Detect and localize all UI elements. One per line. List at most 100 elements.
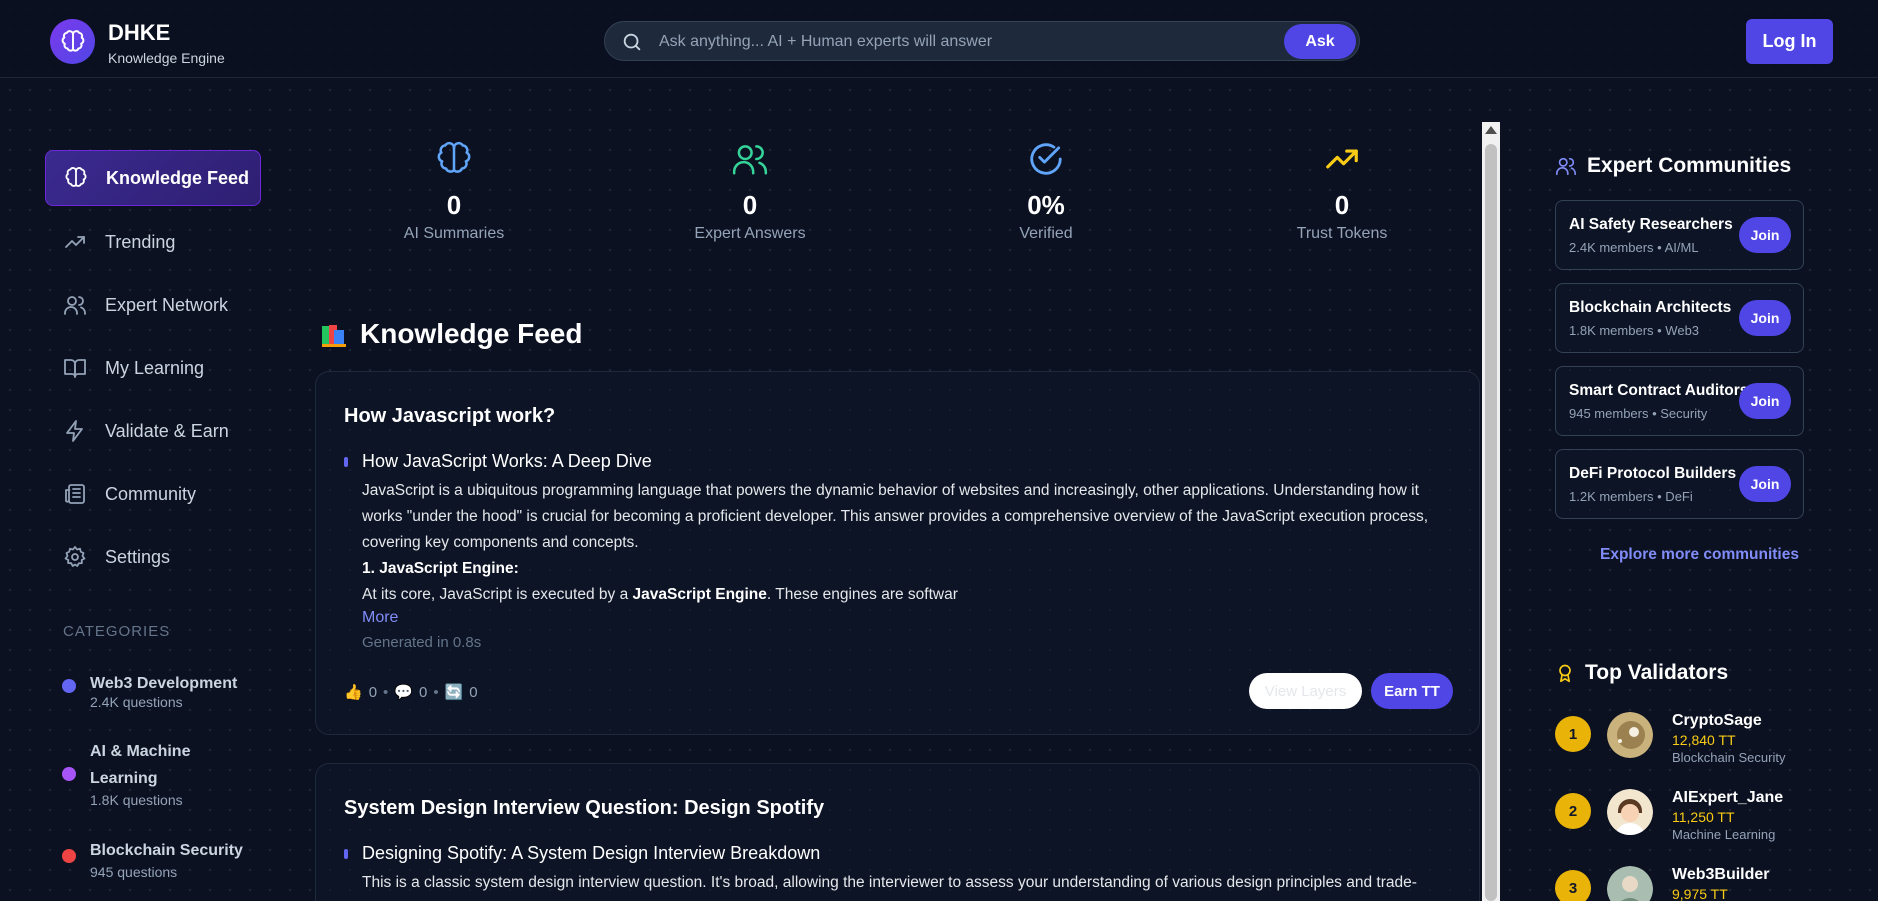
comments-count: 0 (418, 683, 428, 701)
users-icon (1555, 155, 1577, 177)
validator-tokens: 11,250 TT (1672, 809, 1735, 825)
sidebar-item-validate-earn[interactable]: Validate & Earn (45, 403, 261, 459)
shares-count: 0 (469, 683, 478, 701)
community-meta: 1.8K members • Web3 (1569, 323, 1700, 338)
validator-name: CryptoSage (1672, 712, 1762, 729)
category-blockchain-security[interactable]: Blockchain Security 945 questions (62, 837, 262, 880)
scroll-up-arrow-icon[interactable] (1485, 126, 1497, 134)
search-bar: Ask (604, 21, 1360, 61)
brand-tagline: Knowledge Engine (108, 50, 225, 66)
trending-up-icon (63, 230, 87, 254)
sidebar-item-community[interactable]: Community (45, 466, 261, 522)
thumbs-up-icon[interactable]: 👍 (344, 683, 363, 701)
category-dot (62, 679, 76, 693)
communities-heading: Expert Communities (1555, 154, 1791, 178)
validators-heading: Top Validators (1555, 661, 1728, 685)
sidebar-item-label: Knowledge Feed (106, 167, 250, 188)
brain-logo-icon[interactable] (50, 19, 95, 64)
book-icon (63, 356, 87, 380)
sidebar-item-label: Expert Network (105, 294, 229, 315)
stat-value: 0 (742, 190, 758, 220)
community-card: AI Safety Researchers 2.4K members • AI/… (1555, 200, 1804, 270)
gear-icon (63, 545, 87, 569)
more-link[interactable]: More (362, 609, 398, 627)
join-button[interactable]: Join (1739, 383, 1791, 419)
category-count: 1.8K questions (90, 792, 183, 808)
feed-title: Knowledge Feed (360, 318, 583, 349)
community-name[interactable]: Smart Contract Auditors (1569, 382, 1748, 400)
community-meta: 1.2K members • DeFi (1569, 489, 1693, 504)
join-button[interactable]: Join (1739, 217, 1791, 253)
validator-row[interactable]: 2 AIExpert_Jane 11,250 TT Machine Learni… (1555, 789, 1855, 859)
likes-count: 0 (368, 683, 378, 701)
community-card: Smart Contract Auditors 945 members • Se… (1555, 366, 1804, 436)
avatar (1607, 712, 1653, 758)
view-layers-button[interactable]: View Layers (1249, 673, 1362, 709)
answer-line: At its core, JavaScript is executed by a… (362, 586, 958, 603)
category-name: Blockchain Security (90, 842, 243, 859)
feed-card: System Design Interview Question: Design… (315, 763, 1480, 901)
community-name[interactable]: DeFi Protocol Builders (1569, 465, 1736, 483)
validator-row[interactable]: 3 Web3Builder 9,975 TT (1555, 866, 1855, 901)
category-dot (62, 767, 76, 781)
top-header: DHKE Knowledge Engine Ask Log In (0, 0, 1878, 78)
answer-paragraph: JavaScript is a ubiquitous programming l… (362, 482, 1429, 551)
sidebar-item-trending[interactable]: Trending (45, 214, 261, 270)
answer-title: Designing Spotify: A System Design Inter… (362, 843, 821, 863)
validator-tokens: 12,840 TT (1672, 732, 1736, 748)
validator-name: AIExpert_Jane (1672, 789, 1784, 806)
community-name[interactable]: AI Safety Researchers (1569, 216, 1733, 234)
stat-label: Verified (1019, 225, 1073, 242)
newspaper-icon (63, 482, 87, 506)
earn-tt-button[interactable]: Earn TT (1371, 673, 1453, 709)
join-button[interactable]: Join (1739, 466, 1791, 502)
category-count: 2.4K questions (90, 694, 183, 710)
login-button[interactable]: Log In (1746, 19, 1833, 64)
ask-button[interactable]: Ask (1284, 24, 1356, 59)
search-input[interactable] (659, 28, 1259, 56)
comment-icon[interactable]: 💬 (394, 683, 413, 701)
validator-row[interactable]: 1 CryptoSage 12,840 TT Blockchain Securi… (1555, 712, 1855, 782)
answer-body: JavaScript is a ubiquitous programming l… (362, 478, 1452, 608)
sidebar-item-expert-network[interactable]: Expert Network (45, 277, 261, 333)
avatar (1607, 789, 1653, 835)
feed-card: How Javascript work? How JavaScript Work… (315, 371, 1480, 735)
sidebar-item-knowledge-feed[interactable]: Knowledge Feed (45, 150, 261, 206)
community-name[interactable]: Blockchain Architects (1569, 299, 1731, 317)
answer-marker (344, 849, 348, 859)
stat-label: Trust Tokens (1296, 225, 1388, 242)
explore-communities-link[interactable]: Explore more communities (1600, 546, 1799, 564)
repost-icon[interactable]: 🔄 (445, 683, 464, 701)
join-button[interactable]: Join (1739, 300, 1791, 336)
avatar (1607, 866, 1653, 901)
category-count: 945 questions (90, 864, 178, 880)
sidebar-item-settings[interactable]: Settings (45, 529, 261, 585)
answer-paragraph: This is a classic system design intervie… (362, 874, 1417, 891)
stat-ai-summaries: 0 AI Summaries (354, 140, 554, 243)
rank-badge: 1 (1555, 716, 1591, 752)
community-card: Blockchain Architects 1.8K members • Web… (1555, 283, 1804, 353)
books-icon (320, 322, 348, 350)
stat-value: 0 (1334, 190, 1350, 220)
answer-subheading: 1. JavaScript Engine: (362, 560, 519, 577)
card-question[interactable]: System Design Interview Question: Design… (344, 797, 824, 820)
sidebar-item-my-learning[interactable]: My Learning (45, 340, 261, 396)
users-icon (63, 293, 87, 317)
rank-badge: 2 (1555, 793, 1591, 829)
answer-body: This is a classic system design intervie… (362, 870, 1452, 896)
card-question[interactable]: How Javascript work? (344, 405, 555, 428)
stat-verified: 0% Verified (946, 140, 1146, 243)
feed-scrollbar[interactable] (1482, 122, 1500, 901)
check-circle-icon (1027, 140, 1065, 178)
users-icon (731, 140, 769, 178)
category-ai-machine-learning[interactable]: AI & Machine Learning 1.8K questions (62, 738, 262, 810)
stat-value: 0 (446, 190, 462, 220)
validator-name: Web3Builder (1672, 866, 1770, 883)
scrollbar-thumb[interactable] (1485, 144, 1497, 901)
answer-title: How JavaScript Works: A Deep Dive (362, 451, 652, 471)
trending-up-icon (1323, 140, 1361, 178)
brand-name[interactable]: DHKE (108, 20, 170, 46)
award-icon (1555, 662, 1575, 684)
category-web3-development[interactable]: Web3 Development 2.4K questions (62, 670, 262, 710)
brain-icon (64, 166, 88, 190)
